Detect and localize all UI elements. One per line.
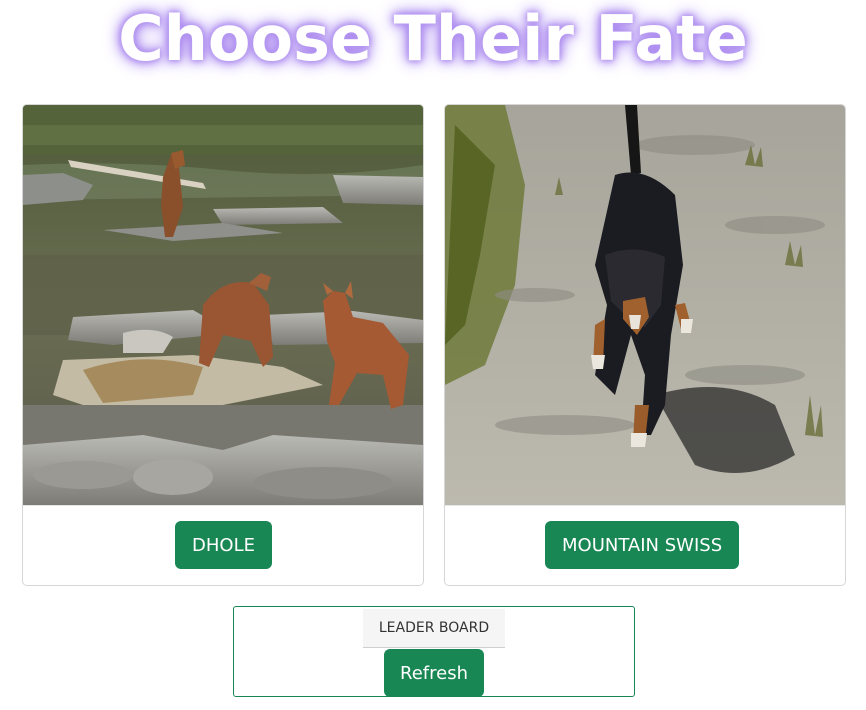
dhole-photo — [23, 105, 423, 506]
choice-card-mountain-swiss: MOUNTAIN SWISS — [444, 104, 846, 586]
choose-dhole-button[interactable]: DHOLE — [175, 521, 272, 569]
refresh-button[interactable]: Refresh — [384, 649, 484, 697]
choose-mountain-swiss-button[interactable]: MOUNTAIN SWISS — [545, 521, 740, 569]
mountain-swiss-photo — [445, 105, 845, 506]
leaderboard-label: LEADER BOARD — [363, 609, 505, 648]
page-title: Choose Their Fate — [118, 2, 748, 75]
leaderboard-panel: LEADER BOARD Refresh — [233, 606, 635, 697]
choice-card-dhole: DHOLE — [22, 104, 424, 586]
